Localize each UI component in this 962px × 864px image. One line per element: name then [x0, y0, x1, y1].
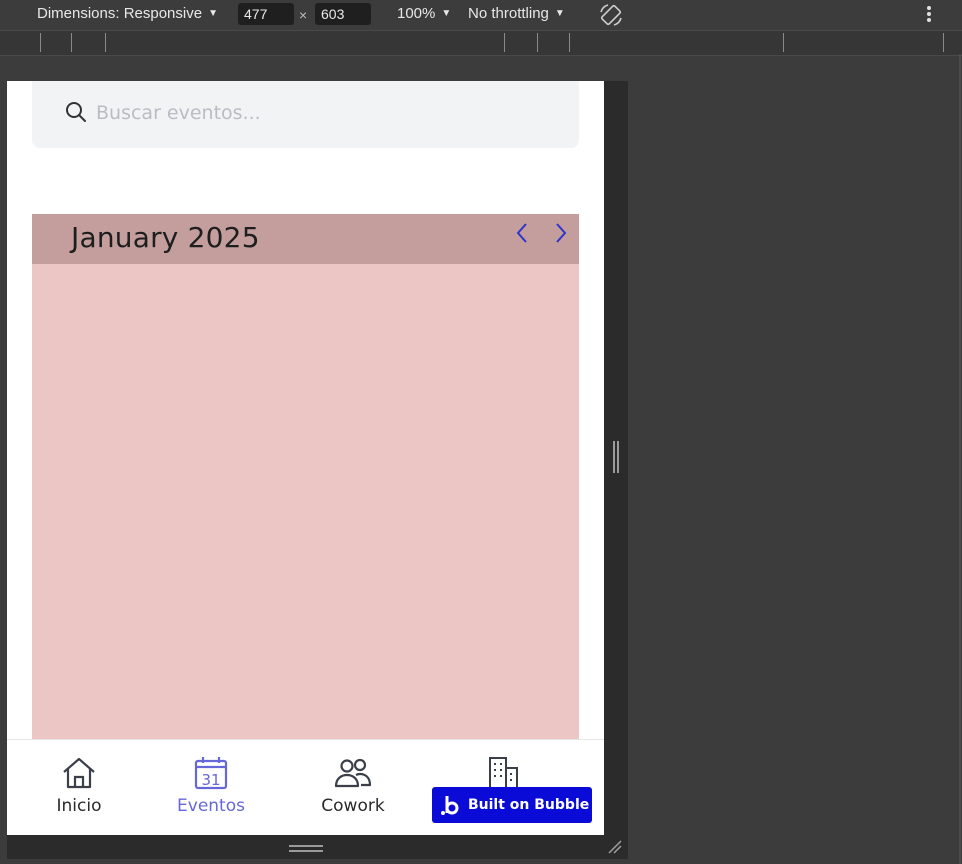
- nav-item-inicio[interactable]: Inicio: [19, 756, 139, 820]
- badge-text: Built on Bubble: [468, 797, 590, 813]
- right-resize-handle[interactable]: [613, 441, 619, 473]
- corner-resize-icon[interactable]: [608, 840, 622, 854]
- calendar-month-title: January 2025: [71, 221, 260, 254]
- search-bar: [32, 81, 579, 148]
- throttling-dropdown[interactable]: No throttling ▼: [468, 5, 565, 22]
- search-input[interactable]: [94, 97, 558, 129]
- chevron-down-icon: ▼: [554, 8, 565, 19]
- zoom-dropdown[interactable]: 100% ▼: [397, 5, 451, 22]
- building-icon: [489, 757, 518, 790]
- users-icon: [334, 758, 372, 788]
- more-options-icon[interactable]: [921, 4, 937, 26]
- chevron-down-icon: ▼: [208, 8, 218, 19]
- dimension-separator: ×: [299, 7, 308, 23]
- ruler-tick: [71, 33, 72, 52]
- chevron-down-icon: ▼: [441, 8, 452, 19]
- dimensions-label: Dimensions: Responsive: [37, 5, 203, 22]
- width-input[interactable]: 477: [238, 3, 294, 25]
- ruler-tick: [504, 33, 505, 52]
- ruler-tick: [943, 33, 944, 52]
- ruler-tick: [105, 33, 106, 52]
- dimensions-dropdown[interactable]: Dimensions: Responsive ▼: [37, 5, 218, 22]
- bubble-logo-icon: [441, 796, 459, 815]
- zoom-label: 100%: [397, 5, 436, 22]
- media-query-ruler: [0, 30, 962, 56]
- ruler-tick: [40, 33, 41, 52]
- nav-label: Inicio: [56, 796, 102, 816]
- built-on-bubble-badge[interactable]: Built on Bubble: [432, 787, 592, 823]
- ruler-tick: [537, 33, 538, 52]
- search-icon: [66, 102, 86, 122]
- nav-label: Cowork: [321, 796, 385, 816]
- ruler-tick: [783, 33, 784, 52]
- home-icon: [63, 757, 95, 789]
- device-viewport: January 2025 Inicio 31: [7, 81, 604, 835]
- calendar-header: January 2025: [32, 214, 579, 264]
- nav-item-cowork[interactable]: Cowork: [293, 756, 413, 820]
- calendar-day-number: 31: [201, 771, 220, 789]
- nav-label: Eventos: [177, 796, 245, 816]
- throttling-label: No throttling: [468, 5, 549, 22]
- bottom-resize-handle[interactable]: [289, 845, 323, 853]
- calendar-icon: 31: [194, 757, 228, 790]
- devtools-device-toolbar: Dimensions: Responsive ▼ 477 × 603 100% …: [0, 0, 962, 30]
- chevron-left-icon[interactable]: [511, 220, 533, 246]
- chevron-right-icon[interactable]: [550, 220, 572, 246]
- calendar: January 2025: [32, 214, 579, 744]
- ruler-tick: [569, 33, 570, 52]
- nav-item-eventos[interactable]: 31 Eventos: [151, 756, 271, 820]
- rotate-icon[interactable]: [598, 2, 624, 28]
- panel-edge: [959, 54, 961, 864]
- height-input[interactable]: 603: [315, 3, 371, 25]
